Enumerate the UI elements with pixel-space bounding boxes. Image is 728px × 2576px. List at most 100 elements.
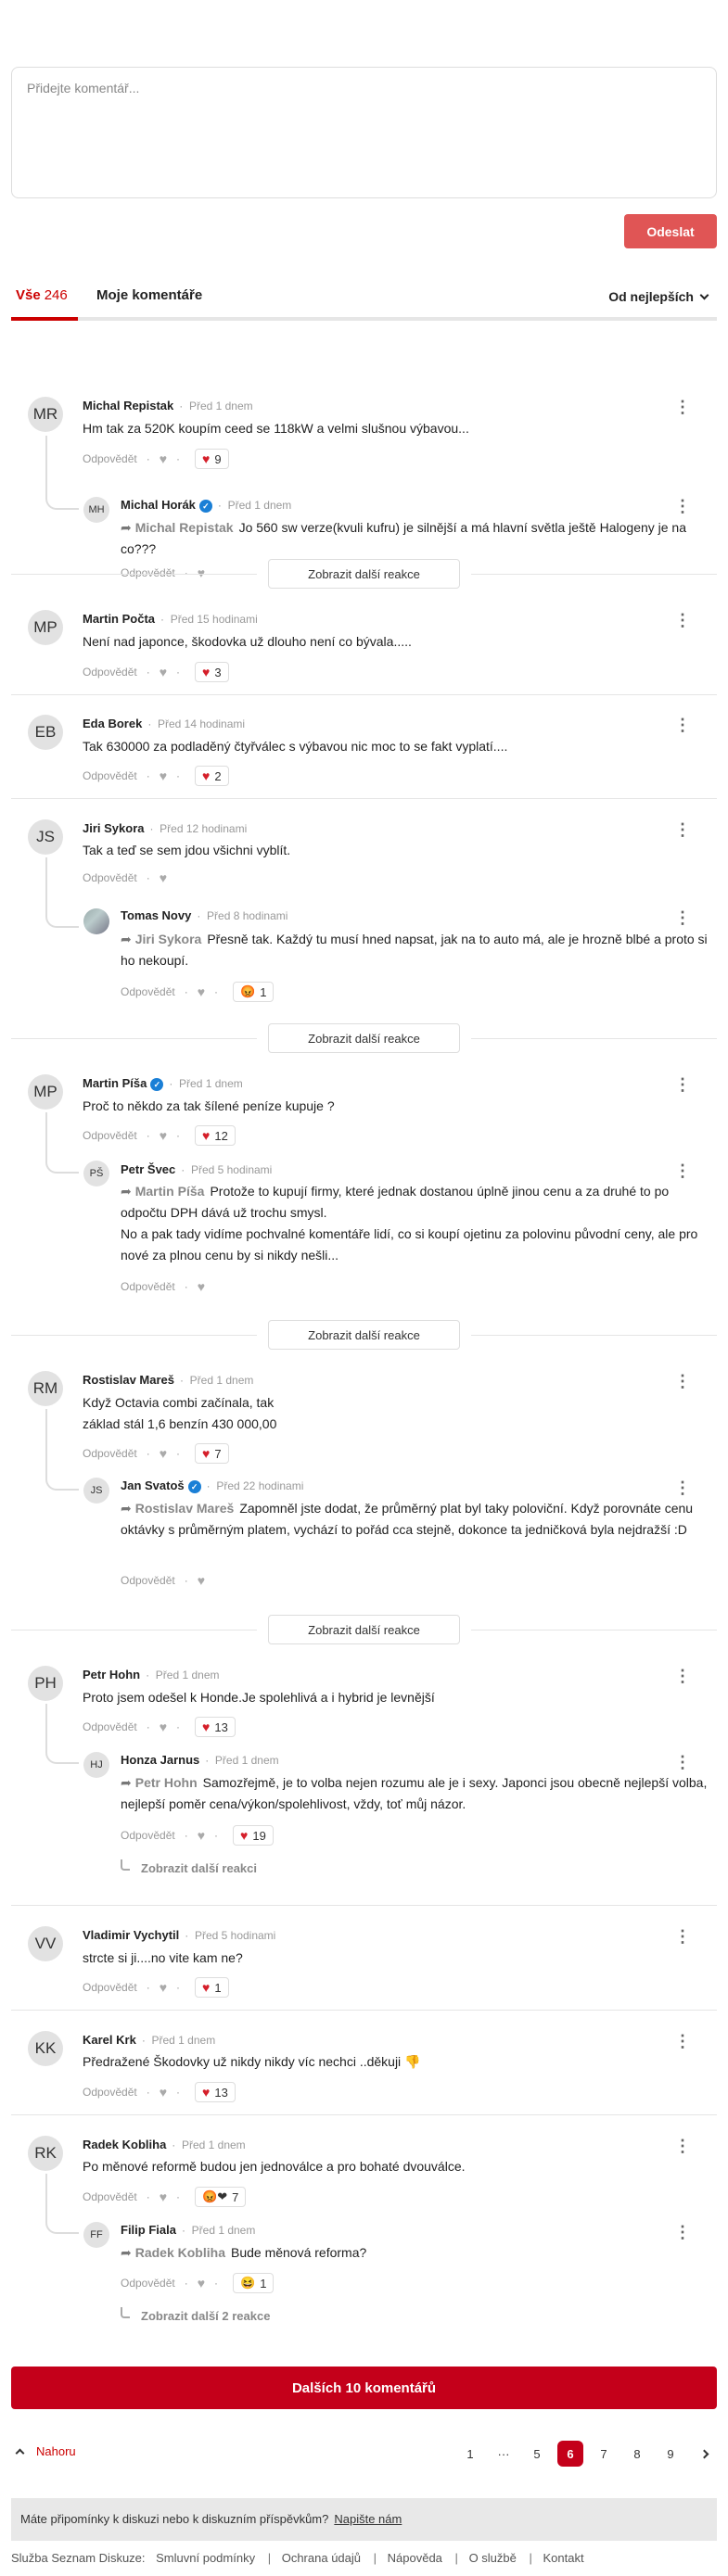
reaction-count[interactable]: ♥ 19 xyxy=(233,1825,274,1846)
reply-button[interactable]: Odpovědět xyxy=(121,1280,175,1293)
comment-author[interactable]: Vladimir Vychytil · Před 5 hodinami xyxy=(83,1928,275,1942)
more-options-icon[interactable]: ⋮ xyxy=(674,1479,691,1496)
reaction-count[interactable]: ♥ 2 xyxy=(195,766,229,786)
author-name[interactable]: Eda Borek xyxy=(83,717,142,730)
more-options-icon[interactable]: ⋮ xyxy=(674,1373,691,1390)
send-button[interactable]: Odeslat xyxy=(624,214,717,248)
heart-icon[interactable]: ♥ xyxy=(160,1446,167,1461)
reply-button[interactable]: Odpovědět xyxy=(83,1981,137,1994)
more-options-icon[interactable]: ⋮ xyxy=(674,1162,691,1179)
more-options-icon[interactable]: ⋮ xyxy=(674,2033,691,2049)
next-page-button[interactable] xyxy=(691,2441,717,2467)
more-options-icon[interactable]: ⋮ xyxy=(674,612,691,628)
show-more-replies-link[interactable]: Zobrazit další 2 reakce xyxy=(121,2307,270,2323)
heart-icon[interactable]: ♥ xyxy=(198,1279,205,1294)
reply-to-name[interactable]: Rostislav Mareš xyxy=(135,1501,235,1516)
author-name[interactable]: Martin Počta xyxy=(83,612,155,626)
author-name[interactable]: Honza Jarnus xyxy=(121,1753,199,1767)
reply-to-name[interactable]: Petr Hohn xyxy=(135,1775,198,1790)
more-options-icon[interactable]: ⋮ xyxy=(674,717,691,733)
author-name[interactable]: Vladimir Vychytil xyxy=(83,1928,179,1942)
reply-button[interactable]: Odpovědět xyxy=(83,769,137,782)
show-more-replies-link[interactable]: Zobrazit další reakci xyxy=(121,1859,257,1875)
tab-all[interactable]: Vše 246 xyxy=(16,287,68,303)
reply-to-name[interactable]: Radek Kobliha xyxy=(135,2245,225,2260)
reaction-count[interactable]: ♥ 13 xyxy=(195,1717,236,1737)
author-name[interactable]: Jan Svatoš xyxy=(121,1478,185,1492)
show-more-reactions-button[interactable]: Zobrazit další reakce xyxy=(268,1320,460,1350)
comment-author[interactable]: Martin Píša ✓ · Před 1 dnem xyxy=(83,1076,243,1091)
author-name[interactable]: Michal Repistak xyxy=(83,399,173,412)
heart-icon[interactable]: ♥ xyxy=(160,1128,167,1143)
comment-author[interactable]: Tomas Novy · Před 8 hodinami xyxy=(121,908,287,922)
author-name[interactable]: Karel Krk xyxy=(83,2033,136,2047)
author-name[interactable]: Radek Kobliha xyxy=(83,2138,166,2151)
heart-icon[interactable]: ♥ xyxy=(160,1719,167,1734)
heart-icon[interactable]: ♥ xyxy=(198,2276,205,2290)
page-link[interactable]: 7 xyxy=(591,2441,617,2467)
reply-to-name[interactable]: Jiri Sykora xyxy=(135,932,202,946)
reply-button[interactable]: Odpovědět xyxy=(121,1829,175,1842)
comment-author[interactable]: Honza Jarnus · Před 1 dnem xyxy=(121,1753,279,1767)
avatar[interactable]: RM xyxy=(28,1371,63,1406)
more-options-icon[interactable]: ⋮ xyxy=(674,1928,691,1945)
author-name[interactable]: Filip Fiala xyxy=(121,2223,176,2237)
show-more-reactions-button[interactable]: Zobrazit další reakce xyxy=(268,1023,460,1053)
show-more-reactions-button[interactable]: Zobrazit další reakce xyxy=(268,559,460,589)
comment-author[interactable]: Rostislav Mareš · Před 1 dnem xyxy=(83,1373,253,1387)
reaction-count[interactable]: ♥ 12 xyxy=(195,1125,236,1146)
author-name[interactable]: Petr Hohn xyxy=(83,1668,140,1681)
author-name[interactable]: Petr Švec xyxy=(121,1162,175,1176)
footer-link-contact[interactable]: Kontakt xyxy=(543,2551,584,2565)
reply-button[interactable]: Odpovědět xyxy=(83,1447,137,1460)
comment-author[interactable]: Petr Švec · Před 5 hodinami xyxy=(121,1162,272,1176)
reply-button[interactable]: Odpovědět xyxy=(83,2086,137,2099)
reaction-count[interactable]: 😆 1 xyxy=(233,2273,275,2293)
avatar[interactable]: KK xyxy=(28,2031,63,2066)
sort-dropdown[interactable]: Od nejlepších xyxy=(608,289,709,304)
avatar[interactable]: JS xyxy=(83,1478,109,1504)
author-name[interactable]: Jiri Sykora xyxy=(83,821,145,835)
reaction-count[interactable]: 😡 1 xyxy=(233,982,275,1002)
avatar[interactable]: HJ xyxy=(83,1752,109,1778)
avatar[interactable]: MR xyxy=(28,397,63,432)
reaction-count[interactable]: ♥ 9 xyxy=(195,449,229,469)
reaction-count[interactable]: ♥ 3 xyxy=(195,662,229,682)
heart-icon[interactable]: ♥ xyxy=(198,565,205,580)
reply-to-name[interactable]: Martin Píša xyxy=(135,1184,205,1199)
page-link[interactable]: 1 xyxy=(457,2441,483,2467)
more-options-icon[interactable]: ⋮ xyxy=(674,1754,691,1770)
avatar[interactable]: RK xyxy=(28,2136,63,2171)
more-options-icon[interactable]: ⋮ xyxy=(674,821,691,838)
more-options-icon[interactable]: ⋮ xyxy=(674,2138,691,2154)
author-name[interactable]: Martin Píša xyxy=(83,1076,147,1090)
avatar[interactable]: VV xyxy=(28,1926,63,1961)
avatar[interactable]: EB xyxy=(28,715,63,750)
heart-icon[interactable]: ♥ xyxy=(160,2189,167,2204)
comment-author[interactable]: Michal Horák ✓ · Před 1 dnem xyxy=(121,498,291,513)
avatar[interactable] xyxy=(83,908,109,934)
comment-author[interactable]: Martin Počta · Před 15 hodinami xyxy=(83,612,258,626)
avatar[interactable]: FF xyxy=(83,2222,109,2248)
more-options-icon[interactable]: ⋮ xyxy=(674,498,691,514)
reply-button[interactable]: Odpovědět xyxy=(83,1129,137,1142)
reaction-count[interactable]: ♥ 13 xyxy=(195,2082,236,2102)
author-name[interactable]: Rostislav Mareš xyxy=(83,1373,174,1387)
page-link-active[interactable]: 6 xyxy=(557,2441,583,2467)
reply-to-name[interactable]: Michal Repistak xyxy=(135,520,234,535)
heart-icon[interactable]: ♥ xyxy=(198,984,205,999)
reply-button[interactable]: Odpovědět xyxy=(121,985,175,998)
feedback-link[interactable]: Napište nám xyxy=(334,2512,402,2526)
more-options-icon[interactable]: ⋮ xyxy=(674,1668,691,1684)
heart-icon[interactable]: ♥ xyxy=(160,768,167,783)
heart-icon[interactable]: ♥ xyxy=(160,870,167,885)
author-name[interactable]: Tomas Novy xyxy=(121,908,191,922)
reply-button[interactable]: Odpovědět xyxy=(83,871,137,884)
back-to-top-link[interactable]: Nahoru xyxy=(15,2444,76,2458)
heart-icon[interactable]: ♥ xyxy=(160,451,167,466)
comment-author[interactable]: Jan Svatoš ✓ · Před 22 hodinami xyxy=(121,1478,303,1493)
reaction-count[interactable]: ♥ 7 xyxy=(195,1443,229,1464)
avatar[interactable]: JS xyxy=(28,819,63,855)
heart-icon[interactable]: ♥ xyxy=(160,665,167,679)
avatar[interactable]: PŠ xyxy=(83,1161,109,1186)
